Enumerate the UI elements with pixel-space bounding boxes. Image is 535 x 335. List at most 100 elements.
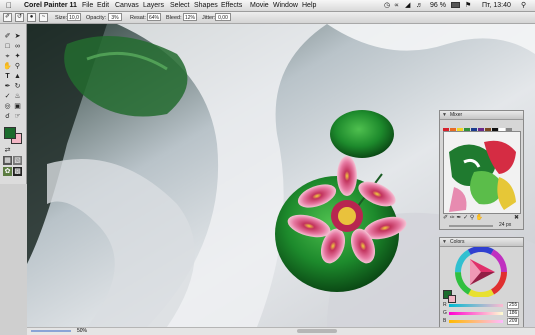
mixer-color-swatches: [443, 122, 521, 135]
menu-file[interactable]: File: [82, 0, 93, 11]
bleed-field[interactable]: 12%: [183, 13, 197, 21]
nozzle-selector-icon[interactable]: ▩: [13, 167, 22, 176]
battery-icon: [451, 2, 460, 8]
brush-stroke-icon[interactable]: ~: [39, 13, 48, 22]
main-color-swatch[interactable]: [4, 127, 16, 139]
r-label: R: [443, 302, 447, 308]
colors-panel-header[interactable]: ▼ Colors: [440, 238, 523, 247]
text-icon[interactable]: T: [3, 72, 12, 81]
g-label: G: [443, 310, 447, 316]
app-menu[interactable]: Corel Painter 11: [24, 0, 77, 11]
rubber-stamp-icon[interactable]: ▣: [13, 102, 22, 111]
jitter-label: Jitter:: [202, 15, 216, 21]
magic-wand-icon[interactable]: ✦: [13, 52, 22, 61]
collapse-triangle-icon[interactable]: ▼: [442, 111, 447, 119]
input-source-icon[interactable]: ⚑: [465, 0, 471, 11]
opacity-label: Opacity:: [86, 15, 107, 21]
b-value[interactable]: 209: [507, 318, 520, 325]
b-slider[interactable]: [449, 320, 503, 323]
b-label: B: [443, 318, 447, 324]
resat-label: Resat:: [130, 15, 146, 21]
paper-selector-icon[interactable]: ▦: [3, 156, 12, 165]
pen-icon[interactable]: ✒: [3, 82, 12, 91]
arrow-icon[interactable]: ➤: [13, 32, 22, 41]
mixer-mix-icon[interactable]: ✒: [456, 215, 461, 221]
property-bar: ✐ ↺ ● ~ Size: 10,0 Opacity: 3% Resat: 64…: [0, 12, 535, 24]
size-field[interactable]: 10,0: [67, 13, 81, 21]
mixer-pad[interactable]: [443, 131, 521, 214]
menu-layers[interactable]: Layers: [143, 0, 164, 11]
clock[interactable]: Пт, 13:40: [482, 0, 511, 11]
mixer-paint: [449, 140, 516, 212]
colors-panel: ▼ Colors R 255 G 186 B 209: [439, 237, 524, 329]
menu-edit[interactable]: Edit: [97, 0, 109, 11]
mixer-dirty-brush-icon[interactable]: ✐: [443, 215, 448, 221]
resat-field[interactable]: 64%: [147, 13, 161, 21]
mixer-toolbar: ✐ ✑ ✒ ✓ ⚲ ✋ ✖: [443, 215, 521, 222]
rgb-sliders: R 255 G 186 B 209: [443, 302, 523, 328]
reset-tool-icon[interactable]: ↺: [15, 13, 24, 22]
mixer-panel: ▼ Mixer ✐ ✑ ✒ ✓ ⚲ ✋ ✖ 24 px: [439, 110, 524, 230]
spotlight-icon[interactable]: ⚲: [521, 0, 526, 11]
timemachine-icon[interactable]: ◷: [384, 0, 390, 11]
mixer-panel-header[interactable]: ▼ Mixer: [440, 111, 523, 120]
mixer-brush-size: 24 px: [499, 222, 512, 228]
menu-window[interactable]: Window: [273, 0, 298, 11]
mixer-pan-icon[interactable]: ✋: [476, 215, 483, 221]
pattern-selector-icon[interactable]: ✿: [3, 167, 12, 176]
b-slider-row: B 209: [443, 318, 523, 325]
mixer-zoom-icon[interactable]: ⚲: [470, 215, 474, 221]
collapse-triangle-icon[interactable]: ▼: [442, 238, 447, 246]
toolbox: ✐ ➤ □ ∞ ⌖ ✦ ✋ ⚲ T ▲ ✒ ↻ ✓ ♨ ◎ ▣ ☌ ☞ ⇄ ▦ …: [0, 24, 27, 184]
mixer-clear-icon[interactable]: ✖: [514, 215, 519, 222]
rotate-page-icon[interactable]: ↻: [13, 82, 22, 91]
r-slider[interactable]: [449, 304, 503, 307]
volume-icon[interactable]: ♬: [416, 0, 423, 11]
menu-bar:  Corel Painter 11 File Edit Canvas Laye…: [0, 0, 535, 12]
color-wheel[interactable]: [440, 247, 523, 297]
magnifier-icon[interactable]: ☌: [3, 112, 12, 121]
mixer-apply-color-icon[interactable]: ✑: [450, 215, 455, 221]
menu-effects[interactable]: Effects: [221, 0, 242, 11]
zoom-slider[interactable]: [31, 330, 71, 332]
opacity-field[interactable]: 3%: [108, 13, 122, 21]
mixer-panel-title: Mixer: [450, 112, 463, 118]
brush-icon[interactable]: ✐: [3, 32, 12, 41]
apple-menu-icon[interactable]: : [6, 0, 12, 11]
paint-bucket-icon[interactable]: ♨: [13, 92, 22, 101]
lasso-icon[interactable]: ∞: [13, 42, 22, 51]
mixer-size-slider[interactable]: [449, 225, 493, 227]
zoom-level[interactable]: 50%: [77, 328, 87, 334]
g-slider[interactable]: [449, 312, 503, 315]
size-label: Size:: [55, 15, 68, 21]
menu-help[interactable]: Help: [302, 0, 316, 11]
mixer-sample-icon[interactable]: ✓: [463, 215, 468, 221]
shape-select-icon[interactable]: ▲: [13, 72, 22, 81]
gradient-selector-icon[interactable]: ▧: [13, 156, 22, 165]
colors-panel-title: Colors: [450, 239, 465, 245]
bleed-label: Bleed:: [166, 15, 182, 21]
swap-colors-icon[interactable]: ⇄: [3, 146, 12, 155]
menu-movie[interactable]: Movie: [250, 0, 269, 11]
crop-icon[interactable]: ⌖: [3, 52, 12, 61]
hand-icon[interactable]: ✋: [3, 62, 12, 71]
menu-shapes[interactable]: Shapes: [194, 0, 218, 11]
brush-tool-icon[interactable]: ✐: [3, 13, 12, 22]
mixer-size-row: 24 px: [443, 222, 521, 229]
wifi-icon[interactable]: ◢: [405, 0, 410, 11]
g-value[interactable]: 186: [507, 310, 520, 317]
brush-dab-icon[interactable]: ●: [27, 13, 36, 22]
menu-canvas[interactable]: Canvas: [115, 0, 139, 11]
jitter-field[interactable]: 0,00: [215, 13, 231, 21]
rect-select-icon[interactable]: □: [3, 42, 12, 51]
r-value[interactable]: 255: [507, 302, 520, 309]
r-slider-row: R 255: [443, 302, 523, 309]
cloner-icon[interactable]: ◎: [3, 102, 12, 111]
battery-level[interactable]: 96 %: [430, 0, 446, 11]
grabber-icon[interactable]: ☞: [13, 112, 22, 121]
dropper-icon[interactable]: ✓: [3, 92, 12, 101]
scroll-thumb[interactable]: [297, 329, 337, 333]
bluetooth-icon[interactable]: ∝: [394, 0, 399, 11]
zoom-icon[interactable]: ⚲: [13, 62, 22, 71]
menu-select[interactable]: Select: [170, 0, 189, 11]
